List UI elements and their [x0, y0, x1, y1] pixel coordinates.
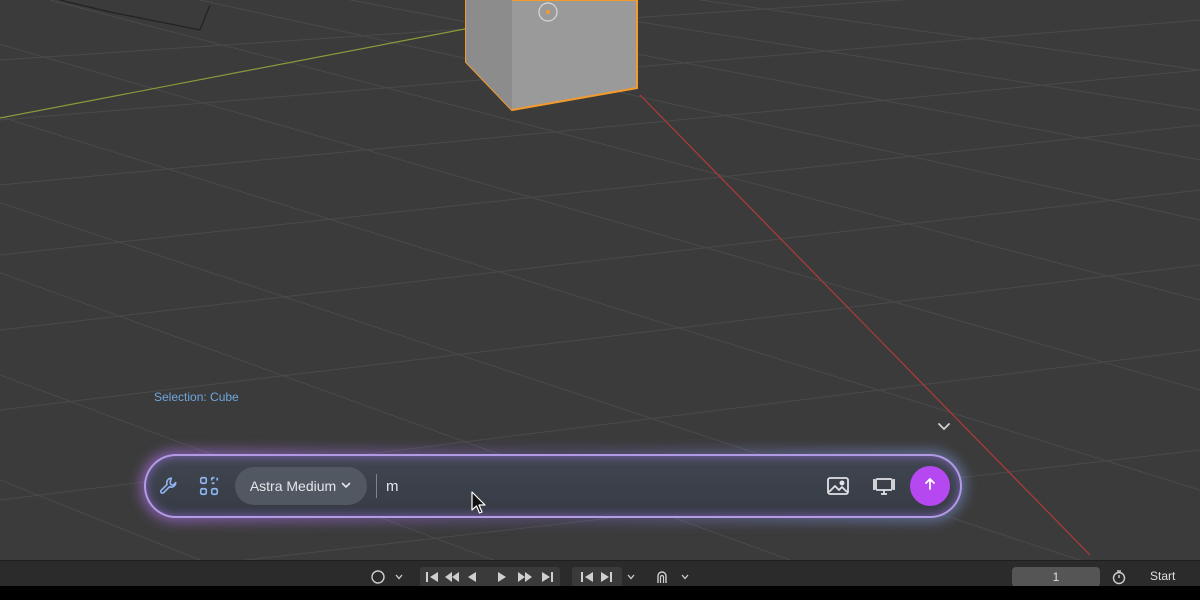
chevron-down-icon[interactable] — [936, 419, 952, 435]
image-icon[interactable] — [824, 472, 852, 500]
prompt-input[interactable] — [386, 474, 806, 498]
model-selector[interactable]: Astra Medium — [235, 467, 367, 505]
chevron-down-icon[interactable] — [678, 567, 692, 587]
mouse-cursor-icon — [471, 491, 487, 515]
current-frame-field[interactable]: 1 — [1012, 567, 1100, 587]
chevron-down-icon — [340, 478, 352, 494]
monitor-icon[interactable] — [870, 472, 898, 500]
chevron-down-icon[interactable] — [624, 567, 638, 587]
auto-keying-icon[interactable] — [650, 567, 674, 587]
send-button[interactable] — [910, 466, 950, 506]
input-divider — [376, 474, 377, 498]
playback-controls[interactable] — [420, 567, 560, 587]
start-frame-label: Start — [1150, 569, 1176, 583]
chevron-down-icon[interactable] — [392, 567, 406, 587]
arrow-up-icon — [922, 476, 938, 496]
wrench-icon[interactable] — [155, 472, 183, 500]
cube-object[interactable] — [465, 0, 638, 112]
selection-status: Selection: Cube — [154, 390, 239, 404]
stopwatch-icon[interactable] — [1108, 567, 1130, 587]
model-label: Astra Medium — [249, 478, 337, 494]
screen-bottom-edge — [0, 586, 1200, 600]
grid-icon[interactable] — [195, 472, 223, 500]
keyframe-jump-icon[interactable] — [572, 567, 622, 587]
keying-icon[interactable] — [368, 567, 388, 587]
